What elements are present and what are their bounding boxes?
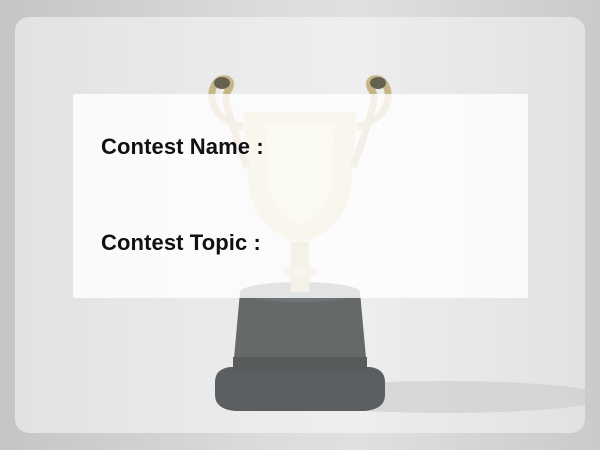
contest-topic-label: Contest Topic : xyxy=(101,230,261,255)
contest-topic-value[interactable] xyxy=(273,230,503,256)
contest-info-panel: Contest Name : Contest Topic : xyxy=(73,94,528,298)
contest-name-label: Contest Name : xyxy=(101,134,264,159)
contest-name-value[interactable] xyxy=(273,134,503,160)
